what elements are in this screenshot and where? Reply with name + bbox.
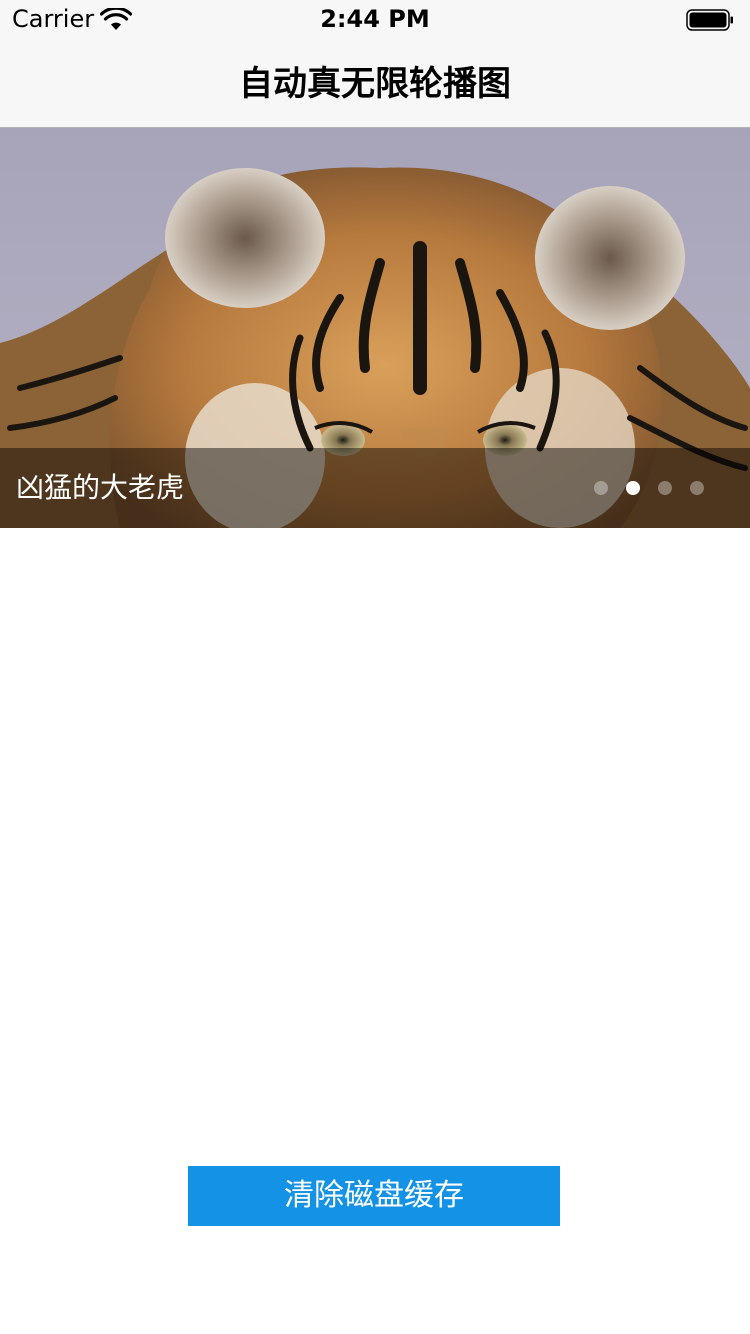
page-dot[interactable] — [658, 481, 672, 495]
slide-caption: 凶猛的大老虎 — [16, 471, 185, 504]
page-dot[interactable] — [594, 481, 608, 495]
navigation-bar: 自动真无限轮播图 — [0, 40, 750, 128]
battery-icon — [686, 9, 733, 31]
page-control[interactable] — [594, 481, 704, 495]
status-bar: Carrier 2:44 PM — [0, 0, 750, 40]
page-dot[interactable] — [690, 481, 704, 495]
page-dot-active[interactable] — [626, 481, 640, 495]
clear-disk-cache-button[interactable]: 清除磁盘缓存 — [188, 1166, 560, 1226]
page-title: 自动真无限轮播图 — [239, 64, 511, 104]
status-time: 2:44 PM — [320, 5, 430, 33]
image-carousel[interactable]: 凶猛的大老虎 — [0, 128, 750, 528]
caption-bar: 凶猛的大老虎 — [0, 448, 750, 528]
